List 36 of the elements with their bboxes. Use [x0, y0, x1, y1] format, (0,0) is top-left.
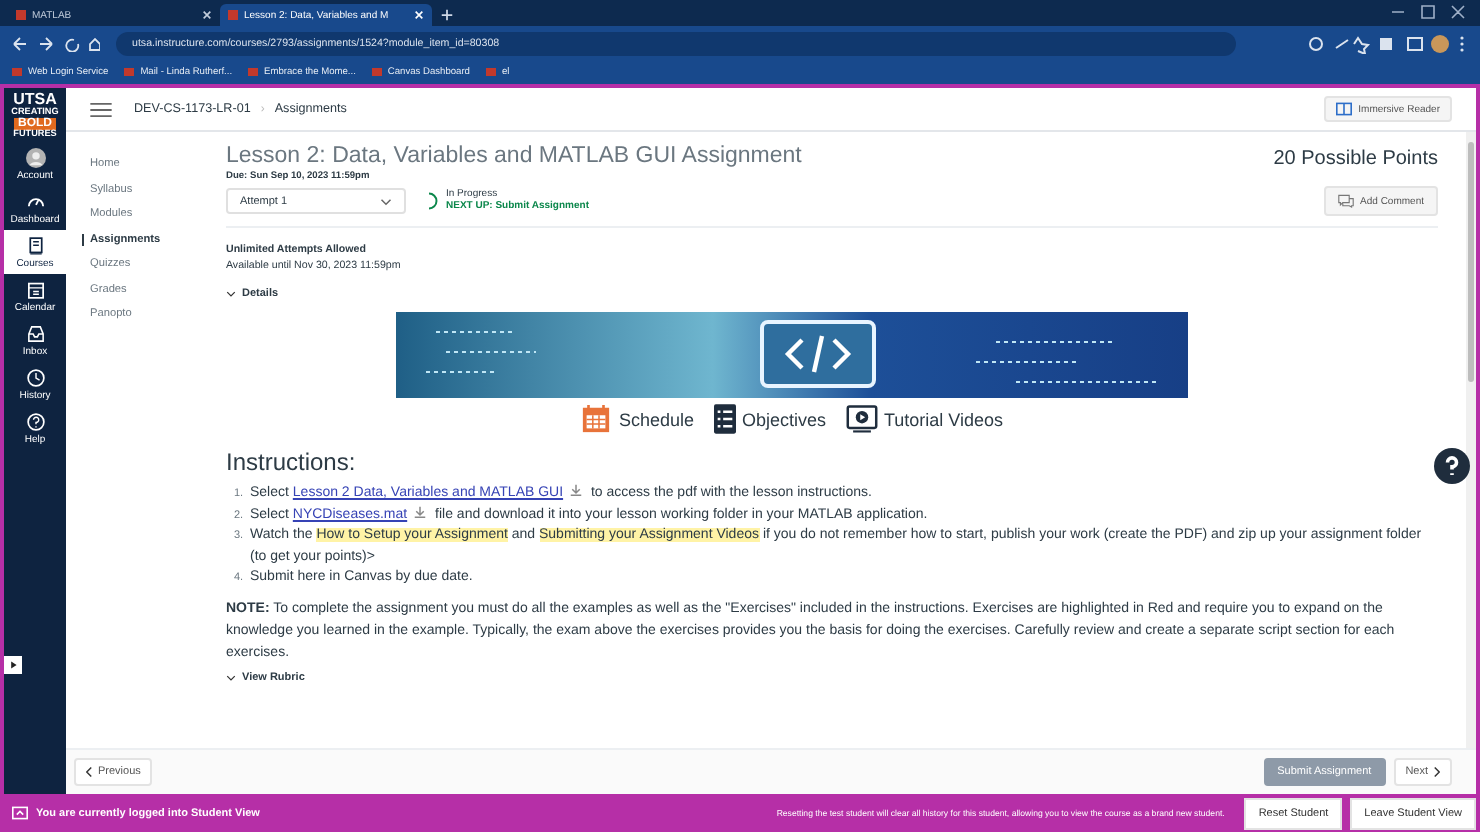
chevron-down-icon [380, 197, 392, 205]
book-icon [25, 236, 45, 257]
banner-link[interactable]: Tutorial Videos [846, 404, 1004, 434]
video-icon [846, 404, 878, 434]
navigation-icon[interactable] [12, 35, 100, 51]
banner-link[interactable]: Schedule [580, 404, 694, 434]
download-icon[interactable] [413, 505, 426, 517]
browser-toolbar-icon[interactable] [1308, 33, 1468, 53]
download-icon[interactable] [569, 484, 582, 496]
possible-points: 20 Possible Points [1273, 148, 1438, 170]
help-icon [25, 412, 45, 433]
student-view-icon [12, 806, 28, 820]
menu-icon[interactable] [90, 101, 112, 117]
instructions-heading: Instructions: [226, 448, 358, 476]
favicon-icon [16, 10, 26, 20]
new-tab-icon[interactable] [440, 8, 454, 22]
list-icon [713, 404, 736, 434]
inbox-icon [25, 324, 45, 345]
comment-icon [1338, 194, 1355, 208]
reader-icon [1336, 102, 1353, 116]
scrollbar[interactable] [1466, 132, 1476, 748]
chevron-left-icon [86, 766, 92, 778]
calendar-icon [580, 404, 613, 434]
chevron-down-icon [226, 290, 236, 298]
favicon-icon [228, 10, 238, 20]
assignment-title: Lesson 2: Data, Variables and MATLAB GUI Assignment [226, 144, 802, 168]
avatar-icon [25, 148, 45, 169]
calendar-icon [25, 280, 45, 301]
banner-link[interactable]: Objectives [713, 404, 826, 434]
clock-icon [25, 368, 45, 389]
close-icon[interactable] [202, 10, 212, 20]
window-controls-icon[interactable] [1388, 4, 1468, 20]
expand-icon[interactable] [4, 656, 22, 674]
chevron-right-icon [1434, 766, 1440, 778]
chevron-down-icon [226, 673, 236, 681]
help-icon[interactable] [1434, 448, 1470, 484]
